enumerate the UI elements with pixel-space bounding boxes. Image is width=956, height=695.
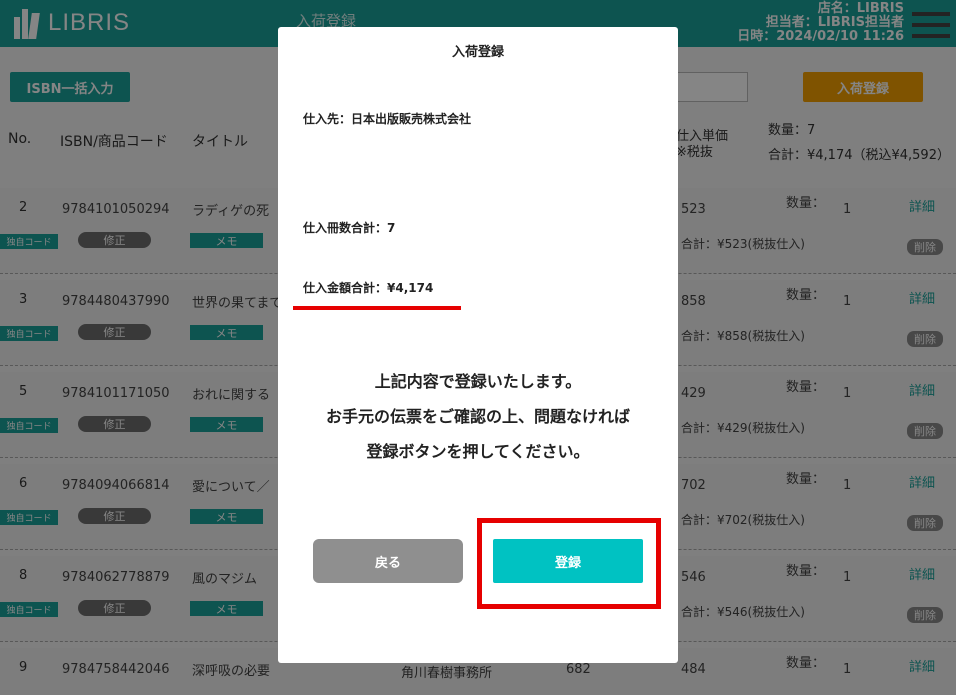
dialog-title: 入荷登録 [451,45,504,60]
highlight-box [477,518,661,609]
count-total-text: 仕入冊数合計：7 [303,221,396,235]
amount-total-text: 仕入金額合計：¥4,174 [303,281,434,295]
highlight-underline [293,306,461,310]
message-line-3: 登録ボタンを押してください。 [366,442,590,461]
message-line-1: 上記内容で登録いたします。 [374,372,582,391]
message-line-2: お手元の伝票をご確認の上、問題なければ [325,407,630,426]
confirm-message: 上記内容で登録いたします。 お手元の伝票をご確認の上、問題なければ 登録ボタンを… [278,364,678,469]
supplier-text: 仕入先：日本出版販売株式会社 [303,112,472,126]
back-button[interactable]: 戻る [313,539,463,583]
